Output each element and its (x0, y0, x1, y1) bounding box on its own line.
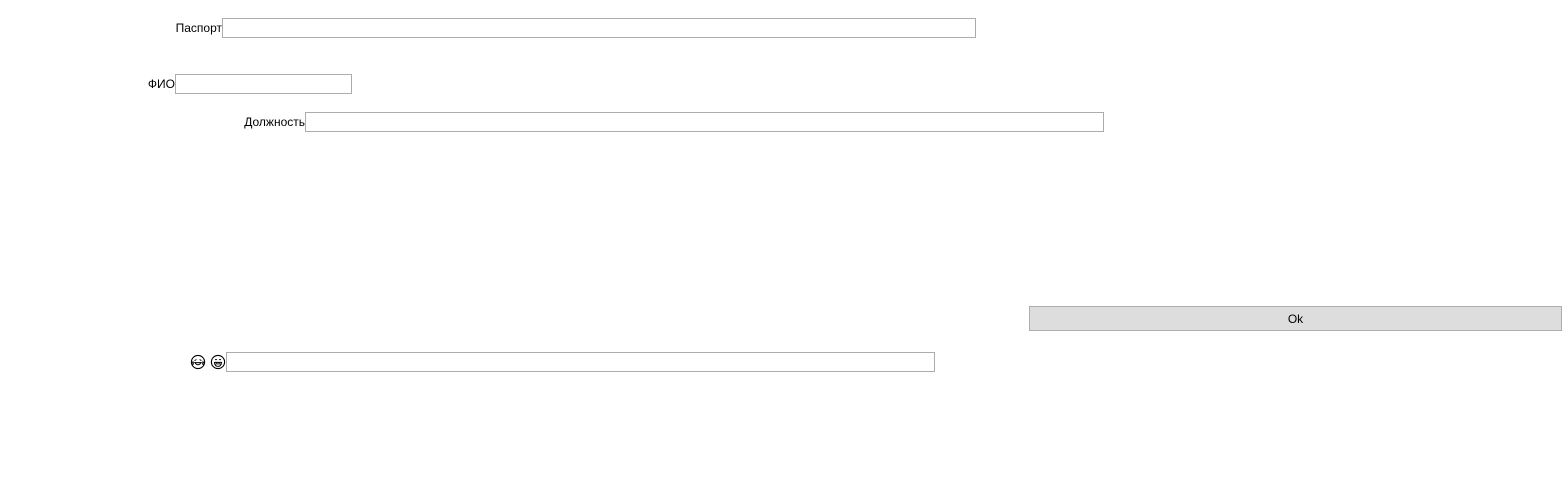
position-label: Должность (244, 115, 305, 129)
passport-input[interactable] (222, 18, 976, 38)
grinning-face-icon (210, 354, 226, 370)
laughing-tears-icon (190, 354, 206, 370)
full-name-input[interactable] (175, 74, 352, 94)
passport-label: Паспорт (175, 21, 222, 35)
full-name-label: ФИО (147, 77, 175, 91)
position-input[interactable] (305, 112, 1104, 132)
ok-button[interactable]: Ok (1029, 306, 1562, 331)
form-window: Паспорт ФИО Должность Ok (0, 0, 1567, 481)
extra-input[interactable] (226, 352, 935, 372)
